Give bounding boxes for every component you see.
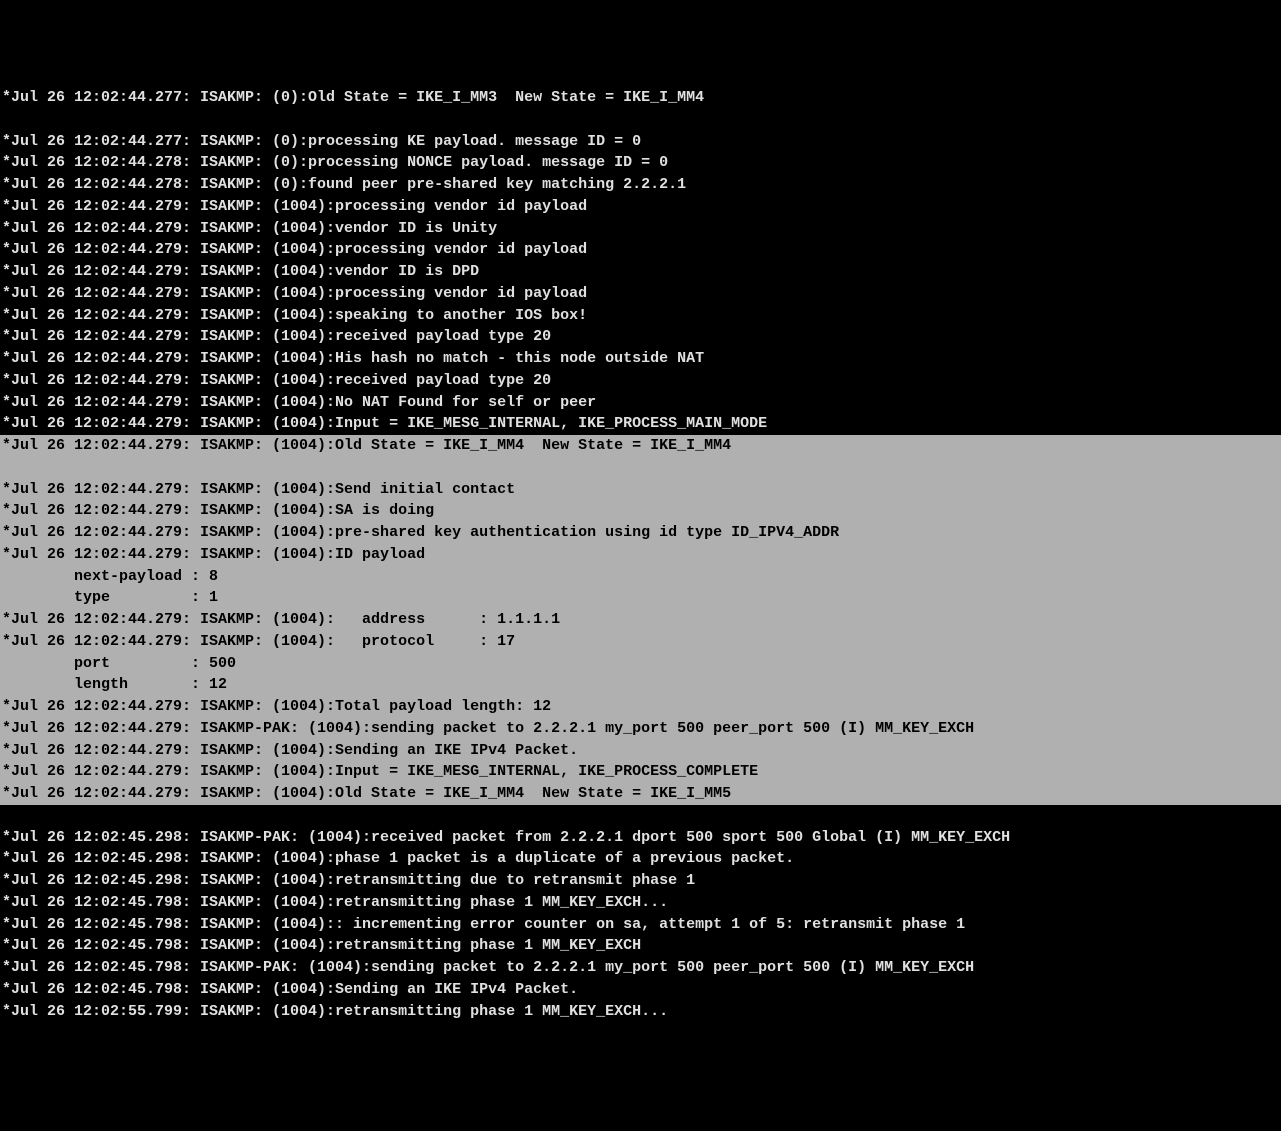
log-line	[0, 805, 1281, 827]
log-line: *Jul 26 12:02:45.298: ISAKMP: (1004):pha…	[0, 848, 1281, 870]
log-line: length : 12	[0, 674, 1281, 696]
log-line	[0, 109, 1281, 131]
log-line: *Jul 26 12:02:44.277: ISAKMP: (0):Old St…	[0, 87, 1281, 109]
log-line: *Jul 26 12:02:45.298: ISAKMP-PAK: (1004)…	[0, 827, 1281, 849]
log-line: port : 500	[0, 653, 1281, 675]
log-line: *Jul 26 12:02:44.278: ISAKMP: (0):proces…	[0, 152, 1281, 174]
log-line: *Jul 26 12:02:44.279: ISAKMP: (1004):Sen…	[0, 740, 1281, 762]
log-line: *Jul 26 12:02:45.798: ISAKMP-PAK: (1004)…	[0, 957, 1281, 979]
log-line: *Jul 26 12:02:45.798: ISAKMP: (1004):: i…	[0, 914, 1281, 936]
log-line: *Jul 26 12:02:44.279: ISAKMP: (1004):pro…	[0, 196, 1281, 218]
log-line: *Jul 26 12:02:44.279: ISAKMP: (1004): ad…	[0, 609, 1281, 631]
log-line	[0, 457, 1281, 479]
log-line: type : 1	[0, 587, 1281, 609]
log-line: *Jul 26 12:02:44.278: ISAKMP: (0):found …	[0, 174, 1281, 196]
log-line: next-payload : 8	[0, 566, 1281, 588]
log-line: *Jul 26 12:02:44.279: ISAKMP: (1004):SA …	[0, 500, 1281, 522]
log-line: *Jul 26 12:02:44.279: ISAKMP: (1004):pro…	[0, 283, 1281, 305]
log-line: *Jul 26 12:02:44.279: ISAKMP: (1004):ID …	[0, 544, 1281, 566]
log-line: *Jul 26 12:02:44.279: ISAKMP: (1004):Inp…	[0, 413, 1281, 435]
log-line: *Jul 26 12:02:44.279: ISAKMP: (1004):Tot…	[0, 696, 1281, 718]
log-line: *Jul 26 12:02:44.279: ISAKMP: (1004): pr…	[0, 631, 1281, 653]
terminal-output[interactable]: *Jul 26 12:02:44.277: ISAKMP: (0):Old St…	[0, 87, 1281, 1022]
log-line: *Jul 26 12:02:44.279: ISAKMP: (1004):Inp…	[0, 761, 1281, 783]
log-line: *Jul 26 12:02:44.279: ISAKMP: (1004):His…	[0, 348, 1281, 370]
log-line: *Jul 26 12:02:44.279: ISAKMP: (1004):pro…	[0, 239, 1281, 261]
log-line: *Jul 26 12:02:44.279: ISAKMP: (1004):ven…	[0, 261, 1281, 283]
log-line: *Jul 26 12:02:44.279: ISAKMP: (1004):ven…	[0, 218, 1281, 240]
log-line: *Jul 26 12:02:44.279: ISAKMP: (1004):rec…	[0, 370, 1281, 392]
log-line: *Jul 26 12:02:45.298: ISAKMP: (1004):ret…	[0, 870, 1281, 892]
log-line: *Jul 26 12:02:44.279: ISAKMP: (1004):No …	[0, 392, 1281, 414]
log-line: *Jul 26 12:02:44.279: ISAKMP: (1004):Old…	[0, 435, 1281, 457]
log-line: *Jul 26 12:02:44.279: ISAKMP-PAK: (1004)…	[0, 718, 1281, 740]
log-line: *Jul 26 12:02:45.798: ISAKMP: (1004):ret…	[0, 892, 1281, 914]
log-line: *Jul 26 12:02:44.279: ISAKMP: (1004):rec…	[0, 326, 1281, 348]
log-line: *Jul 26 12:02:45.798: ISAKMP: (1004):Sen…	[0, 979, 1281, 1001]
log-line: *Jul 26 12:02:44.279: ISAKMP: (1004):Sen…	[0, 479, 1281, 501]
log-line: *Jul 26 12:02:44.279: ISAKMP: (1004):spe…	[0, 305, 1281, 327]
log-line: *Jul 26 12:02:44.279: ISAKMP: (1004):pre…	[0, 522, 1281, 544]
log-line: *Jul 26 12:02:45.798: ISAKMP: (1004):ret…	[0, 935, 1281, 957]
log-line: *Jul 26 12:02:55.799: ISAKMP: (1004):ret…	[0, 1001, 1281, 1023]
log-line: *Jul 26 12:02:44.277: ISAKMP: (0):proces…	[0, 131, 1281, 153]
log-line: *Jul 26 12:02:44.279: ISAKMP: (1004):Old…	[0, 783, 1281, 805]
